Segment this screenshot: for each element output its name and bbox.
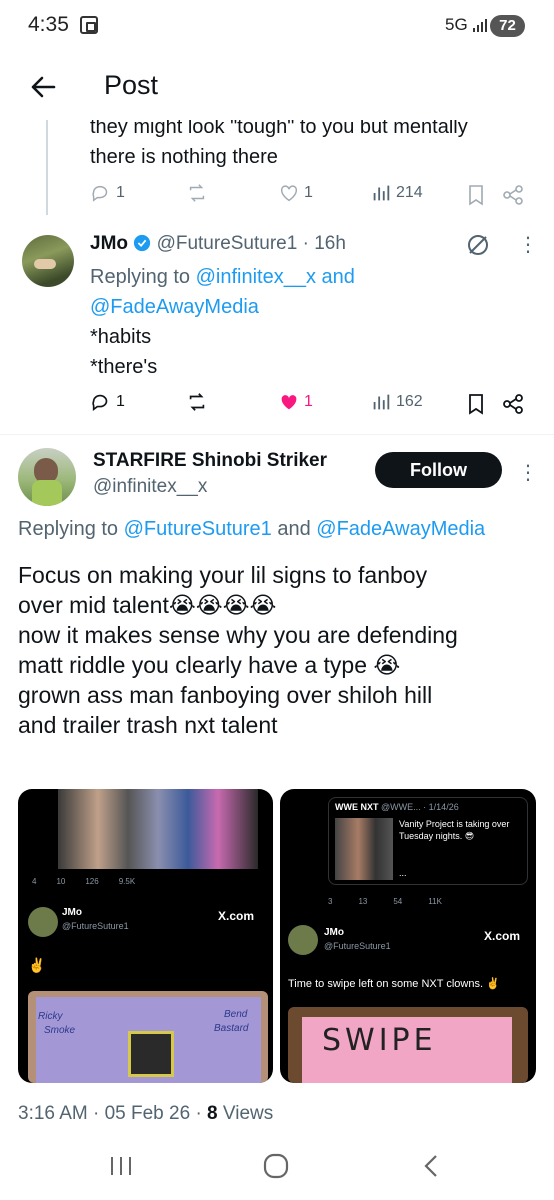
heart-filled-icon [281,395,297,410]
battery-indicator: 72 [490,15,525,37]
reply-button[interactable]: 1 [90,182,125,204]
like-button[interactable]: 1 [278,391,313,413]
post-text: Focus on making your lil signs to fanboy… [18,562,458,738]
embedded-name: JMo [324,927,344,938]
embedded-text: Time to swipe left on some NXT clowns. ✌… [288,978,500,990]
post-timestamp: 3:16 AM · 05 Feb 26 · [18,1103,208,1124]
mention-link[interactable]: @infinitex__x and [196,266,355,288]
status-bar: 4:35 5G 72 [0,0,554,54]
back-icon[interactable] [420,1153,442,1179]
jmo-reply-actions: 1 1 162 [90,391,540,421]
screenshot-icon [80,16,98,34]
reply-icon [92,185,108,202]
grok-icon[interactable] [465,232,491,258]
repost-button[interactable] [186,182,208,204]
status-time: 4:35 [28,13,69,36]
verified-badge-icon [134,234,151,252]
photo-wrestlers [58,789,258,869]
views-count: 8 [207,1103,218,1124]
follow-button[interactable]: Follow [375,452,502,488]
repost-icon [189,184,205,202]
views-button[interactable]: 214 [370,182,423,204]
author-name[interactable]: STARFIRE Shinobi Striker [93,450,327,472]
bookmark-icon[interactable] [466,393,486,415]
embedded-stats: 4 10 126 9.5K [32,877,136,886]
recent-apps-icon[interactable] [108,1155,134,1177]
replying-to: Replying to @FutureSuture1 and @FadeAway… [18,518,486,540]
embedded-brand: X.com [218,909,255,923]
share-icon[interactable] [502,393,524,415]
previous-reply-actions: 1 1 214 [90,182,540,212]
views-button[interactable]: 162 [370,391,423,413]
photo-sign: SWIPE [288,1007,528,1083]
mention-link[interactable]: @FutureSuture1 [124,518,272,540]
replying-to: Replying to @infinitex__x and @FadeAwayM… [90,262,530,322]
embedded-handle: @FutureSuture1 [62,921,129,931]
author-handle[interactable]: @FutureSuture1 [157,233,298,254]
thread-line [46,120,48,215]
quoted-photo [335,818,393,880]
reply-count: 1 [116,393,125,410]
reply-button[interactable]: 1 [90,391,125,413]
previous-reply-line2: there is nothing there [90,146,278,168]
avatar[interactable] [18,448,76,506]
home-icon[interactable] [263,1153,289,1179]
embedded-name: JMo [62,907,82,918]
page-title: Post [104,70,159,100]
photo-sign: Ricky Smoke Bend Bastard [28,991,268,1083]
more-options-icon[interactable]: ⋮ [518,232,538,257]
post-text: *habits *there's [90,326,158,378]
jmo-reply-header: JMo @FutureSuture1 · 16h [90,233,346,254]
mention-link[interactable]: @FadeAwayMedia [90,292,530,322]
top-bar [0,54,554,120]
views-count: 214 [396,184,423,201]
post-time: 16h [314,233,346,254]
embedded-brand: X.com [484,929,521,943]
quoted-post: WWE NXT @WWE... · 1/14/26 Vanity Project… [328,797,528,885]
embedded-stats: 3 13 54 11K [328,897,442,906]
avatar [28,907,58,937]
like-count: 1 [304,184,313,201]
bookmark-icon[interactable] [466,184,486,206]
back-arrow-icon[interactable] [28,72,58,102]
reply-count: 1 [116,184,125,201]
repost-button[interactable] [186,391,208,413]
network-label: 5G [445,15,468,34]
views-icon [373,185,390,201]
signal-icon [473,19,487,32]
like-count: 1 [304,393,313,410]
views-icon [373,394,390,410]
previous-reply-line1: they might look "tough" to you but menta… [90,120,468,138]
post-metadata: 3:16 AM · 05 Feb 26 · 8 Views [18,1103,274,1124]
avatar[interactable] [22,235,74,287]
embedded-handle: @FutureSuture1 [324,941,391,951]
like-button[interactable]: 1 [278,182,313,204]
system-navigation-bar [0,1140,554,1200]
divider [0,434,554,435]
media-image-right[interactable]: WWE NXT @WWE... · 1/14/26 Vanity Project… [280,789,536,1083]
author-name[interactable]: JMo [90,233,128,254]
media-image-left[interactable]: 4 10 126 9.5K JMo @FutureSuture1 X.com ✌… [18,789,273,1083]
heart-icon [280,185,298,202]
avatar [288,925,318,955]
previous-reply-text-clip: they might look "tough" to you but menta… [0,120,554,180]
repost-icon [189,393,205,411]
views-count: 162 [396,393,423,410]
author-handle[interactable]: @infinitex__x [93,476,207,498]
reply-icon [92,394,108,411]
more-options-icon[interactable]: ⋮ [518,460,538,485]
embedded-emoji: ✌️ [28,957,46,973]
mention-link[interactable]: @FadeAwayMedia [316,518,485,540]
share-icon[interactable] [502,184,524,206]
